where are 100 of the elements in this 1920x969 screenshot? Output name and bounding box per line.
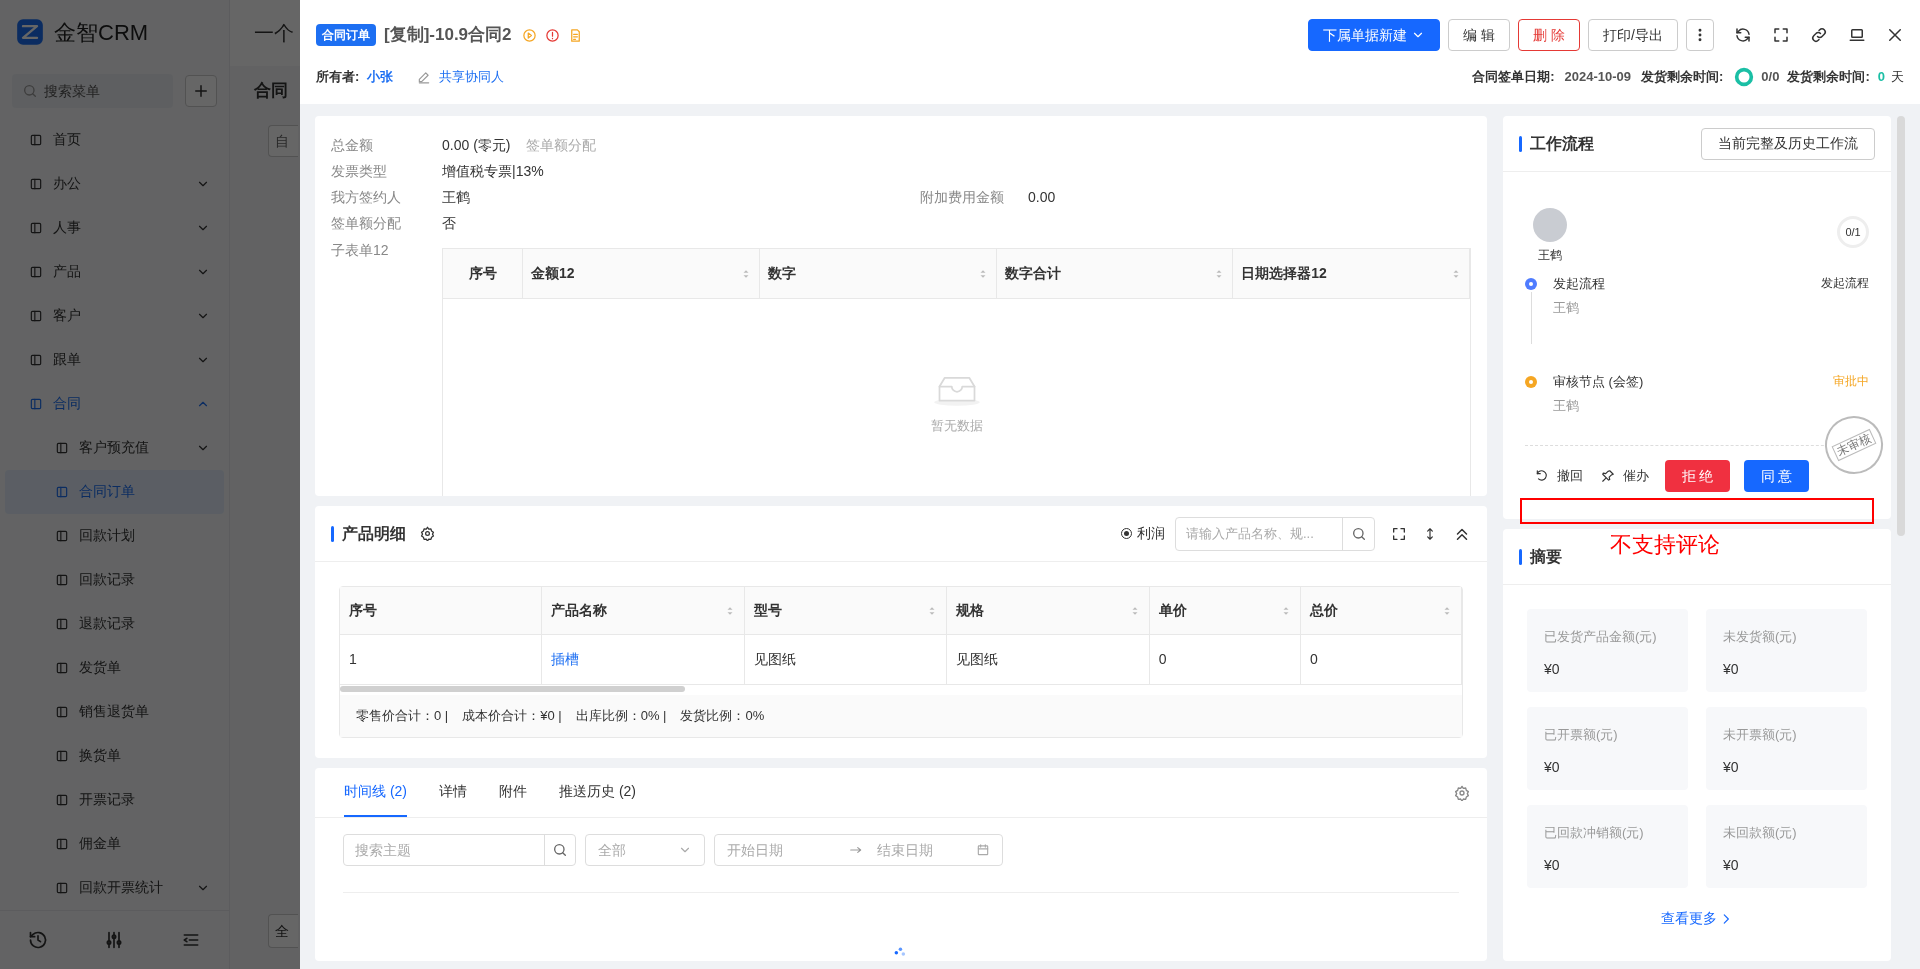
menu-item[interactable]: 退款记录 [5,602,224,646]
withdraw-button[interactable]: 撤回 [1533,460,1585,492]
header-button[interactable]: 下属单据新建 [1308,19,1441,51]
history-icon[interactable] [28,930,49,950]
approve-button[interactable]: 同 意 [1744,460,1809,492]
tab[interactable]: 附件 [499,768,527,817]
link-icon[interactable] [1810,26,1828,44]
remaining-label: 发货剩余时间: [1787,68,1870,87]
history-workflow-button[interactable]: 当前完整及历史工作流 [1701,127,1876,160]
menu-item[interactable]: 换货单 [5,734,224,778]
menu-search-field[interactable]: 搜索菜单 [12,74,173,109]
alert-icon[interactable] [544,27,560,43]
tile-label: 已回款冲销额(元) [1544,824,1645,842]
menu-item[interactable]: 产品 [5,250,224,294]
remaining-label: 发货剩余时间: [1641,68,1724,87]
scrollbar[interactable] [1897,116,1905,536]
column-header[interactable]: 日期选择器12 [1233,249,1470,298]
add-button[interactable] [185,75,217,108]
header-button[interactable]: 编 辑 [1448,19,1511,51]
pencil-icon[interactable] [417,70,432,84]
tab[interactable]: 详情 [439,768,467,817]
menu-item[interactable]: 回款记录 [5,558,224,602]
search-icon [22,83,38,100]
column-header[interactable]: 型号 [744,587,948,634]
menu-item[interactable]: 首页 [5,118,224,162]
column-header[interactable]: 总价 [1301,587,1462,634]
field-label: 发票类型 [331,161,388,181]
page-icon [29,265,43,279]
date-range-field[interactable]: 开始日期 结束日期 [714,834,1003,866]
owner-label: 所有者: [316,68,360,87]
step-title: 发起流程 [1553,275,1605,293]
field-label: 签单额分配 [331,213,402,233]
column-header[interactable]: 数字 [759,249,997,298]
close-icon[interactable] [1886,26,1904,44]
column-header[interactable]: 金额12 [523,249,760,298]
menu-item[interactable]: 发货单 [5,646,224,690]
start-step-icon [1525,278,1537,290]
menu-item[interactable]: 佣金单 [5,822,224,866]
review-step-icon [1525,376,1537,388]
search-icon[interactable] [552,842,568,858]
select-all-button[interactable]: 全 [268,914,298,948]
share-link[interactable]: 共享协同人 [439,67,505,87]
step-person: 王鹤 [1553,396,1580,415]
menu-item[interactable]: 客户预充值 [5,426,224,470]
tab[interactable]: 推送历史 (2) [559,768,636,817]
menu-item[interactable]: 销售退货单 [5,690,224,734]
tile-value: ¥0 [1544,757,1561,777]
page-icon [55,837,69,851]
reject-button[interactable]: 拒 绝 [1665,460,1730,492]
app-logo: 金智CRM [54,18,149,47]
header-button[interactable]: 删 除 [1518,19,1581,51]
tile-value: ¥0 [1544,659,1561,679]
refresh-icon[interactable] [1734,26,1752,44]
menu-item[interactable]: 回款开票统计 [5,866,224,910]
owner-link[interactable]: 小张 [367,67,394,87]
page-title: 一个 [254,21,294,46]
more-button[interactable] [1686,19,1714,51]
undo-icon [1535,469,1549,483]
menu-item[interactable]: 人事 [5,206,224,250]
column-header[interactable]: 规格 [947,587,1150,634]
step-person: 王鹤 [1553,298,1580,317]
tile-label: 未回款额(元) [1723,824,1798,842]
column-header[interactable]: 数字合计 [996,249,1234,298]
settings-icon[interactable] [420,526,435,541]
field-value: 0.00 (零元) [442,135,511,155]
fullscreen-icon[interactable] [1391,525,1407,542]
column-header[interactable]: 产品名称 [542,587,745,634]
total-text: 出库比例：0% | [575,707,667,726]
product-search-field[interactable]: 请输入产品名称、规... [1175,516,1375,551]
menu-item[interactable]: 跟单 [5,338,224,382]
type-select[interactable]: 全部 [585,834,705,866]
page-icon [29,353,43,367]
urge-button[interactable]: 催办 [1599,460,1651,492]
column-header[interactable]: 单价 [1149,587,1301,634]
menu-item[interactable]: 办公 [5,162,224,206]
menu-item[interactable]: 合同 [5,382,224,426]
product-link[interactable]: 插槽 [542,635,745,684]
field-label: 我方签约人 [331,187,402,207]
menu-item[interactable]: 回款计划 [5,514,224,558]
laptop-icon[interactable] [1848,26,1866,44]
page-icon [55,661,69,675]
total-text: 成本价合计：¥0 | [462,707,562,726]
profit-toggle[interactable]: 利润 [1121,523,1165,544]
tab[interactable]: 时间线 (2) [344,768,407,817]
menu-item[interactable]: 客户 [5,294,224,338]
topic-search-field[interactable]: 搜索主题 [343,834,576,866]
scrollbar[interactable] [340,686,685,692]
header-button[interactable]: 打印/导出 [1588,19,1678,51]
progress-ring-icon [1733,66,1756,88]
filter-field[interactable]: 自 [268,125,298,157]
tile-label: 已发货产品金额(元) [1544,628,1658,646]
fullscreen-icon[interactable] [1772,26,1790,44]
step-title: 审核节点 (会签) [1553,373,1644,391]
search-icon[interactable] [1350,525,1367,542]
view-more-link[interactable]: 查看更多 [1661,908,1733,929]
play-icon[interactable] [521,27,537,43]
menu-item[interactable]: 开票记录 [5,778,224,822]
field-label: 总金额 [331,135,374,155]
field-label: 附加费用金额 [920,187,1004,207]
page-icon [55,441,69,455]
